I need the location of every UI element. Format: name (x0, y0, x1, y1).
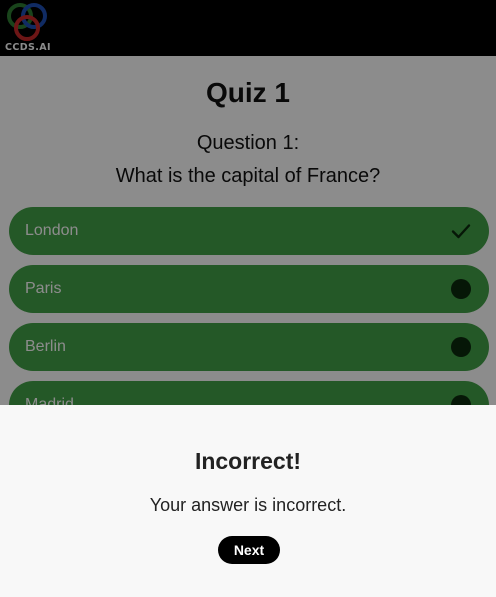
modal-scrim[interactable] (0, 0, 496, 405)
result-message: Your answer is incorrect. (149, 495, 347, 515)
next-button[interactable]: Next (218, 536, 280, 564)
result-sheet: Incorrect! Your answer is incorrect. Nex… (0, 405, 496, 597)
result-title: Incorrect! (194, 448, 302, 474)
